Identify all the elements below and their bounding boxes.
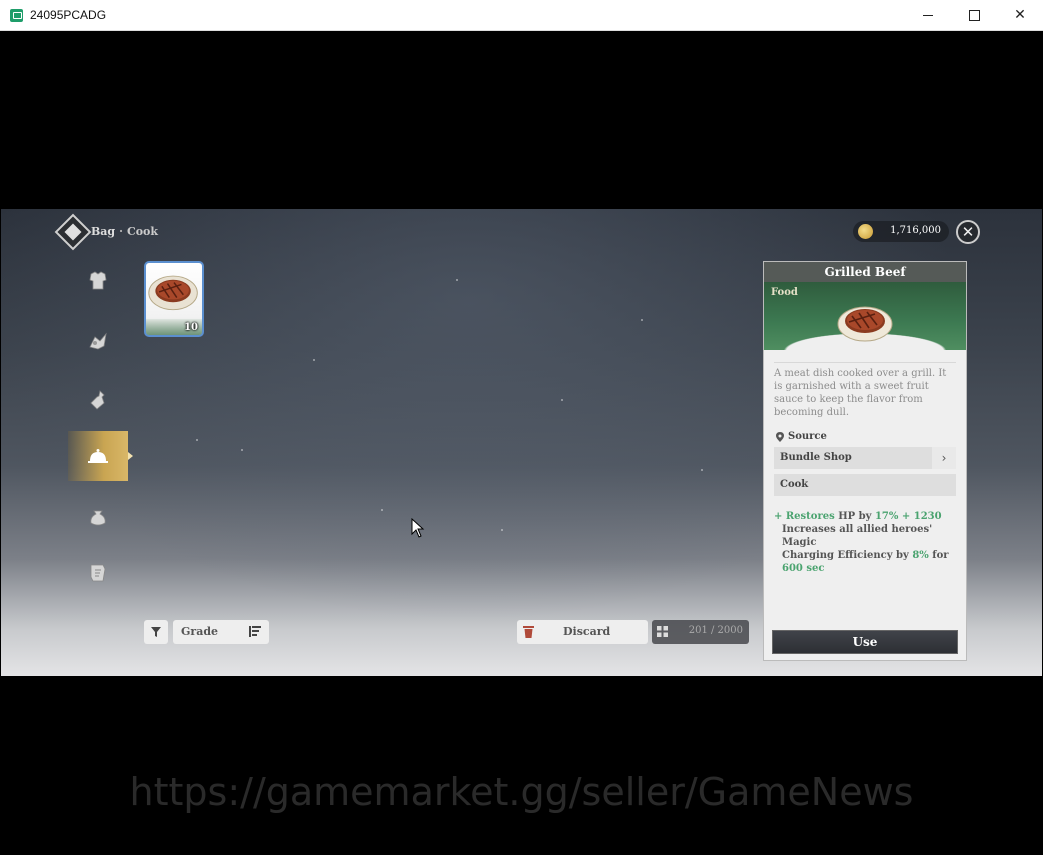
active-tab-indicator: [128, 452, 133, 460]
category-tab-bags[interactable]: [68, 492, 128, 542]
chevron-right-icon[interactable]: ›: [932, 447, 956, 469]
currency-amount: 1,716,000: [890, 225, 941, 236]
star: [241, 449, 243, 451]
window-title-bar: 24095PCADG ✕: [0, 0, 1043, 31]
item-description: A meat dish cooked over a grill. It is g…: [774, 362, 956, 419]
capacity-text: 201 / 2000: [688, 625, 743, 636]
item-count: 10: [184, 322, 198, 333]
item-category: Food: [771, 287, 798, 298]
currency-display: 1,716,000: [853, 221, 949, 242]
inventory-capacity: 201 / 2000: [652, 620, 749, 644]
use-button[interactable]: Use: [772, 630, 958, 654]
armor-icon: [89, 271, 107, 290]
item-banner: Food: [764, 282, 966, 351]
star: [501, 529, 503, 531]
star: [196, 439, 198, 441]
minimize-button[interactable]: [905, 0, 951, 30]
grid-view-icon: [657, 626, 668, 637]
star: [313, 359, 315, 361]
sort-label: Grade: [181, 625, 219, 638]
close-icon: ✕: [961, 223, 975, 241]
effect-duration: 600 sec: [782, 563, 825, 574]
effect-line2: Increases all allied heroes' Magic: [782, 524, 933, 548]
effect-prefix: +: [774, 511, 783, 522]
bag-emblem-icon: [54, 213, 92, 251]
star: [641, 319, 643, 321]
effect-verb: Restores: [785, 511, 835, 522]
window-close-button[interactable]: ✕: [997, 0, 1043, 30]
close-icon: ✕: [1014, 7, 1026, 23]
sort-dropdown[interactable]: Grade: [173, 620, 269, 644]
star: [381, 509, 383, 511]
mouse-cursor-icon: [411, 518, 425, 538]
minimize-icon: [923, 14, 933, 16]
grilled-beef-icon: [148, 275, 198, 311]
maximize-icon: [968, 9, 980, 21]
category-tab-equipment[interactable]: [68, 256, 128, 306]
location-pin-icon: [776, 431, 784, 442]
effect-boost: 8%: [912, 550, 929, 561]
inventory-slot-grilled-beef[interactable]: 10: [144, 261, 204, 337]
star: [456, 279, 458, 281]
category-tab-cook[interactable]: [68, 431, 133, 481]
category-tab-materials[interactable]: [68, 316, 128, 366]
gold-coin-icon: [858, 224, 873, 239]
effect-flat: + 1230: [901, 511, 942, 522]
breadcrumb-bag: Bag: [91, 225, 116, 238]
source-label: Cook: [780, 479, 809, 490]
source-title: Source: [788, 431, 827, 442]
pouch-icon: [90, 510, 106, 526]
cloche-icon: [88, 449, 108, 463]
scroll-icon: [90, 564, 106, 582]
source-heading: Source: [776, 431, 966, 442]
effect-stat: HP by: [838, 511, 872, 522]
star: [561, 399, 563, 401]
star: [701, 469, 703, 471]
maximize-button[interactable]: [951, 0, 997, 30]
window-title: 24095PCADG: [30, 8, 107, 22]
breadcrumb-separator: ·: [119, 225, 123, 238]
item-detail-panel: Grilled Beef Food A meat dish cooked ove…: [763, 261, 967, 661]
grilled-beef-icon: [837, 306, 893, 342]
source-bundle-shop[interactable]: Bundle Shop ›: [774, 447, 956, 469]
effect-line3a: Charging Efficiency by: [782, 550, 909, 561]
discard-button[interactable]: Discard: [517, 620, 648, 644]
breadcrumb: Bag · Cook: [91, 225, 158, 238]
app-icon: [10, 9, 23, 22]
discard-label: Discard: [563, 625, 611, 638]
watermark-text: https://gamemarket.gg/seller/GameNews: [129, 770, 914, 814]
filter-icon: [151, 627, 161, 637]
trash-icon: [523, 626, 534, 638]
source-cook: Cook: [774, 474, 956, 496]
breadcrumb-cook: Cook: [126, 225, 159, 238]
sort-order-icon: [249, 626, 261, 637]
effect-line3: Charging Efficiency by 8% for 600 sec: [774, 549, 956, 575]
game-viewport: Bag · Cook 1,716,000 ✕ 10 Grade Discard …: [1, 209, 1042, 676]
effect-for: for: [932, 550, 949, 561]
filter-button[interactable]: [144, 620, 168, 644]
item-name: Grilled Beef: [764, 262, 966, 282]
effect-percent: 17%: [874, 511, 899, 522]
category-tab-misc[interactable]: [68, 548, 128, 598]
flask-icon: [90, 390, 105, 410]
source-label: Bundle Shop: [780, 452, 852, 463]
materials-icon: [89, 332, 107, 350]
item-effect: + Restores HP by 17% + 1230 Increases al…: [774, 510, 956, 575]
close-bag-button[interactable]: ✕: [956, 220, 980, 244]
category-tab-potions[interactable]: [68, 375, 128, 425]
